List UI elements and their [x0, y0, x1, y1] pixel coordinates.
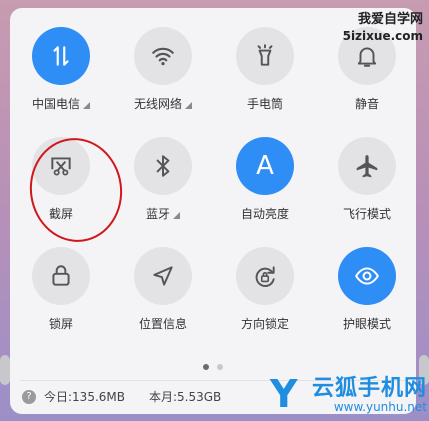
tile-label: 方向锁定 — [240, 317, 289, 331]
tile-lock-screen[interactable]: 锁屏 — [13, 247, 109, 347]
page-dot-2[interactable] — [217, 364, 223, 370]
tile-label: 护眼模式 — [342, 317, 391, 331]
rotation-lock-icon — [236, 247, 294, 305]
tile-location[interactable]: 位置信息 — [115, 247, 211, 347]
tile-wifi[interactable]: 无线网络 — [115, 27, 211, 127]
tile-label: 无线网络 — [133, 97, 182, 111]
left-edge-handle — [0, 355, 10, 385]
tile-flashlight[interactable]: 手电筒 — [217, 27, 313, 127]
tile-label: 位置信息 — [138, 317, 187, 331]
watermark-brand-name: 云狐手机网 — [311, 376, 427, 401]
bluetooth-icon — [134, 137, 192, 195]
wifi-icon — [134, 27, 192, 85]
quick-settings-panel: 中国电信 无线网络 手电筒 静音 截屏 蓝牙 A 自动亮度 飞行模式 锁屏 位置… — [10, 8, 416, 414]
expand-icon — [83, 101, 90, 109]
tile-label: 锁屏 — [48, 317, 73, 331]
expand-icon — [185, 101, 192, 109]
watermark-logo: Y — [270, 372, 298, 416]
auto-brightness-glyph: A — [256, 151, 274, 181]
expand-icon — [173, 211, 180, 219]
tile-airplane[interactable]: 飞行模式 — [319, 137, 415, 237]
tile-label: 静音 — [354, 97, 379, 111]
location-icon — [134, 247, 192, 305]
auto-brightness-icon: A — [236, 137, 294, 195]
airplane-icon — [338, 137, 396, 195]
watermark-site-url: 5izixue.com — [342, 29, 423, 43]
data-usage-bar[interactable]: ? 今日:135.6MB 本月:5.53GB — [22, 388, 221, 405]
tile-mobile-data[interactable]: 中国电信 — [13, 27, 109, 127]
tile-bluetooth[interactable]: 蓝牙 — [115, 137, 211, 237]
tile-label: 蓝牙 — [145, 207, 170, 221]
page-dot-1[interactable] — [203, 364, 209, 370]
tile-label: 自动亮度 — [240, 207, 289, 221]
eye-icon — [338, 247, 396, 305]
lock-icon — [32, 247, 90, 305]
tile-eye-care[interactable]: 护眼模式 — [319, 247, 415, 347]
data-arrows-icon — [32, 27, 90, 85]
usage-month: 本月:5.53GB — [148, 390, 222, 404]
tile-rotation-lock[interactable]: 方向锁定 — [217, 247, 313, 347]
tile-label: 飞行模式 — [342, 207, 391, 221]
tile-auto-brightness[interactable]: A 自动亮度 — [217, 137, 313, 237]
watermark-brand-url: www.yunhu.net — [333, 400, 427, 414]
watermark-top: 我爱自学网 5izixue.com — [343, 8, 423, 43]
info-icon: ? — [22, 389, 36, 404]
watermark-bottom: 云狐手机网 www.yunhu.net — [312, 370, 427, 414]
watermark-site-name: 我爱自学网 — [357, 12, 423, 27]
tile-label: 手电筒 — [246, 97, 283, 111]
tile-label: 中国电信 — [31, 97, 80, 111]
usage-today: 今日:135.6MB — [44, 390, 125, 404]
flashlight-icon — [236, 27, 294, 85]
